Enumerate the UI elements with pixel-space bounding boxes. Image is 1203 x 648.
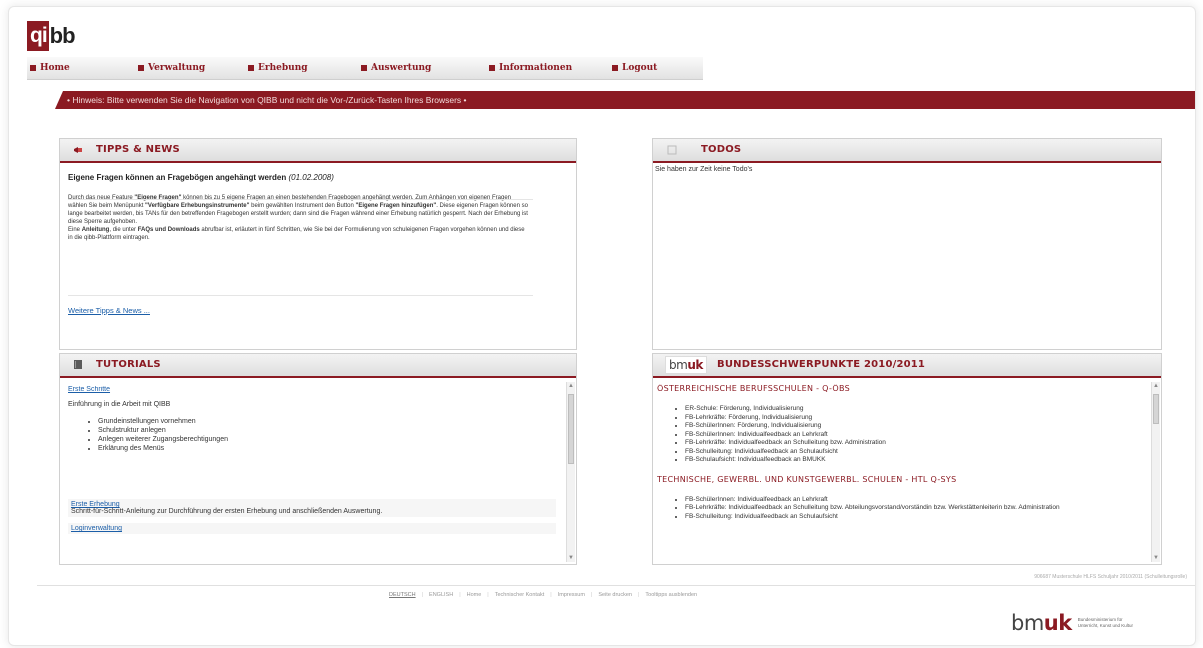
nav-label: Logout xyxy=(622,63,658,73)
list-item: FB-Schulleitung: Individualfeedback an S… xyxy=(685,448,1147,457)
divider xyxy=(68,199,533,200)
tutorial-link-loginverwaltung[interactable]: Loginverwaltung xyxy=(71,525,553,532)
nav-label: Auswertung xyxy=(371,63,432,73)
ministry-name-line1: Bundesministerium für xyxy=(1077,617,1123,622)
todos-panel: TODOS Sie haben zur Zeit keine Todo's xyxy=(652,138,1162,350)
list-item: Anlegen weiterer Zugangsberechtigungen xyxy=(98,435,556,444)
nav-label: Erhebung xyxy=(258,63,308,73)
navigation-hint-bar: • Hinweis: Bitte verwenden Sie die Navig… xyxy=(55,91,1195,109)
tutorial-block-erste-erhebung: Erste Erhebung Schritt-für-Schritt-Anlei… xyxy=(68,499,556,517)
footer-link-tooltipps[interactable]: Tooltipps ausblenden xyxy=(645,592,697,598)
logo-part-qi: qi xyxy=(27,21,49,51)
nav-bullet-icon xyxy=(248,65,254,71)
session-status: 906687 Musterschule HLFS Schuljahr 2010/… xyxy=(1034,574,1187,580)
list-item: Schulstruktur anlegen xyxy=(98,426,556,435)
list-item: ER-Schule: Förderung, Individualisierung xyxy=(685,405,1147,414)
footer-links: DEUTSCH | ENGLISH | Home | Technischer Kont… xyxy=(389,592,698,598)
footer-link-deutsch[interactable]: DEUTSCH xyxy=(389,592,416,598)
footer-divider xyxy=(37,585,1195,586)
nav-home[interactable]: Home xyxy=(27,57,135,79)
tutorials-content: Erste Schritte Einführung in die Arbeit … xyxy=(68,386,556,562)
list-item: FB-SchülerInnen: Individualfeedback an L… xyxy=(685,496,1147,505)
nav-bullet-icon xyxy=(361,65,367,71)
scroll-thumb[interactable] xyxy=(1153,394,1159,424)
section-title-oebs: ÖSTERREICHISCHE BERUFSSCHULEN - Q-ÖBS xyxy=(657,384,851,393)
oebs-list: ER-Schule: Förderung, Individualisierung… xyxy=(657,405,1147,465)
nav-bullet-icon xyxy=(612,65,618,71)
section-title-htl: TECHNISCHE, GEWERBL. UND KUNSTGEWERBL. S… xyxy=(657,474,957,484)
list-item: FB-Lehrkräfte: Individualfeedback an Sch… xyxy=(685,504,1147,513)
list-item: FB-Lehrkräfte: Individualfeedback an Sch… xyxy=(685,439,1147,448)
main-nav: Home Verwaltung Erhebung Auswertung Info… xyxy=(27,57,703,80)
panel-header: TIPPS & NEWS xyxy=(60,139,576,163)
list-item: Grundeinstellungen vornehmen xyxy=(98,417,556,426)
list-item: FB-SchülerInnen: Individualfeedback an L… xyxy=(685,431,1147,440)
scroll-up-icon[interactable]: ▲ xyxy=(1152,382,1160,390)
list-item: FB-Lehrkräfte: Förderung, Individualisie… xyxy=(685,414,1147,423)
schwerpunkte-scrollbar[interactable]: ▲ ▼ xyxy=(1151,382,1160,562)
tutorial-link-erste-erhebung[interactable]: Erste Erhebung xyxy=(71,501,553,508)
scroll-up-icon[interactable]: ▲ xyxy=(567,382,575,390)
tutorial-link-erste-schritte[interactable]: Erste Schritte xyxy=(68,386,556,393)
page-frame: qi bb Home Verwaltung Erhebung Auswertun… xyxy=(8,6,1196,646)
footer-link-english[interactable]: ENGLISH xyxy=(429,592,453,598)
footer-link-technischer-kontakt[interactable]: Technischer Kontakt xyxy=(495,592,545,598)
book-icon xyxy=(74,360,82,369)
todo-icon xyxy=(667,145,677,155)
news-body: Durch das neue Feature "Eigene Fragen" k… xyxy=(68,195,528,241)
scroll-thumb[interactable] xyxy=(568,394,574,464)
panel-title: TODOS xyxy=(701,144,742,155)
nav-verwaltung[interactable]: Verwaltung xyxy=(135,57,245,79)
footer-link-impressum[interactable]: Impressum xyxy=(558,592,585,598)
tutorial-block-login: Loginverwaltung xyxy=(68,523,556,534)
nav-bullet-icon xyxy=(30,65,36,71)
tutorials-panel: TUTORIALS Erste Schritte Einführung in d… xyxy=(59,353,577,565)
nav-informationen[interactable]: Informationen xyxy=(486,57,609,79)
panel-header: bm uk BUNDESSCHWERPUNKTE 2010/2011 xyxy=(653,354,1161,378)
schwerpunkte-content: ÖSTERREICHISCHE BERUFSSCHULEN - Q-ÖBS ER… xyxy=(657,384,1147,562)
nav-label: Verwaltung xyxy=(148,63,206,73)
tutorial-topic-list: Grundeinstellungen vornehmen Schulstrukt… xyxy=(68,417,556,453)
list-item: FB-Schulaufsicht: Individualfeedback an … xyxy=(685,456,1147,465)
bmukk-logo: bm uk xyxy=(665,356,707,374)
scroll-down-icon[interactable]: ▼ xyxy=(1152,554,1160,562)
nav-bullet-icon xyxy=(138,65,144,71)
htl-list: FB-SchülerInnen: Individualfeedback an L… xyxy=(657,496,1147,522)
logo-part-bb: bb xyxy=(49,23,76,48)
news-date: (01.02.2008) xyxy=(288,173,334,182)
scroll-down-icon[interactable]: ▼ xyxy=(567,554,575,562)
more-tipps-link[interactable]: Weitere Tipps & News ... xyxy=(68,306,150,315)
nav-label: Informationen xyxy=(499,63,573,73)
panel-title: TUTORIALS xyxy=(96,359,161,370)
nav-bullet-icon xyxy=(489,65,495,71)
todos-empty-message: Sie haben zur Zeit keine Todo's xyxy=(655,166,753,173)
ministry-name-line2: Unterricht, Kunst und Kultur xyxy=(1077,623,1133,628)
list-item: FB-SchülerInnen: Förderung, Individualis… xyxy=(685,422,1147,431)
tipps-news-body: Eigene Fragen können an Fragebögen angeh… xyxy=(60,173,576,349)
bundesschwerpunkte-panel: bm uk BUNDESSCHWERPUNKTE 2010/2011 ÖSTERR… xyxy=(652,353,1162,565)
nav-auswertung[interactable]: Auswertung xyxy=(358,57,486,79)
tutorial-description: Einführung in die Arbeit mit QIBB xyxy=(68,401,171,408)
list-item: Erklärung des Menüs xyxy=(98,444,556,453)
nav-label: Home xyxy=(40,63,70,73)
panel-header: TUTORIALS xyxy=(60,354,576,378)
footer-link-seite-drucken[interactable]: Seite drucken xyxy=(598,592,632,598)
megaphone-icon xyxy=(74,147,82,153)
qibb-logo[interactable]: qi bb xyxy=(27,21,76,51)
nav-erhebung[interactable]: Erhebung xyxy=(245,57,358,79)
panel-title: TIPPS & NEWS xyxy=(96,144,180,155)
nav-logout[interactable]: Logout xyxy=(609,57,692,79)
footer-link-home[interactable]: Home xyxy=(467,592,482,598)
tipps-news-panel: TIPPS & NEWS Eigene Fragen können an Fra… xyxy=(59,138,577,350)
panel-title: BUNDESSCHWERPUNKTE 2010/2011 xyxy=(717,359,926,370)
list-item: FB-Schulleitung: Individualfeedback an S… xyxy=(685,513,1147,522)
news-headline: Eigene Fragen können an Fragebögen angeh… xyxy=(68,173,334,182)
ministry-logo: bm uk Bundesministerium für Unterricht, K… xyxy=(1011,611,1133,635)
divider xyxy=(68,295,533,296)
panel-header: TODOS xyxy=(653,139,1161,163)
tutorial-description: Schritt-für-Schritt-Anleitung zur Durchf… xyxy=(71,508,383,515)
tutorials-scrollbar[interactable]: ▲ ▼ xyxy=(566,382,575,562)
